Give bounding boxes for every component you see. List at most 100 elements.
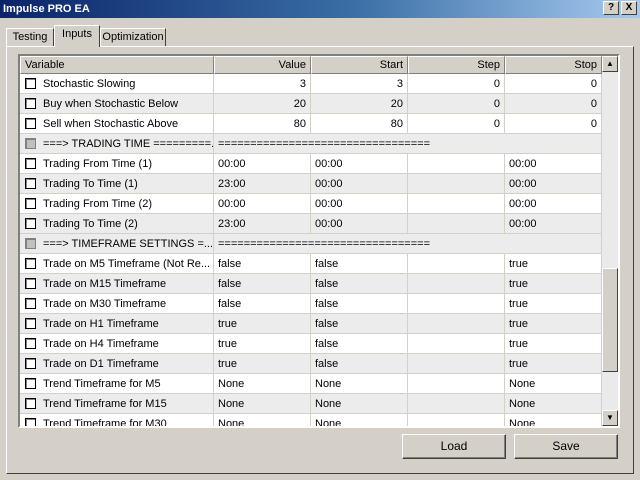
close-button[interactable]: X (621, 1, 637, 15)
load-button[interactable]: Load (402, 434, 506, 459)
stop-cell[interactable]: 0 (505, 74, 602, 94)
step-cell[interactable] (408, 354, 505, 374)
table-row[interactable]: Stochastic Slowing 3 3 0 0 (20, 74, 602, 94)
table-row[interactable]: Trade on D1 Timeframe true false true (20, 354, 602, 374)
value-cell[interactable]: None (214, 394, 311, 414)
optimize-checkbox[interactable] (25, 97, 36, 109)
section-separator-row[interactable]: ===> TRADING TIME =========... =========… (20, 134, 602, 154)
step-cell[interactable] (408, 214, 505, 234)
stop-cell[interactable]: true (505, 254, 602, 274)
start-cell[interactable]: false (311, 314, 408, 334)
column-header-step[interactable]: Step (408, 56, 505, 74)
value-cell[interactable]: 23:00 (214, 214, 311, 234)
table-row[interactable]: Buy when Stochastic Below 20 20 0 0 (20, 94, 602, 114)
value-cell[interactable]: 3 (214, 74, 311, 94)
table-row[interactable]: Trade on M30 Timeframe false false true (20, 294, 602, 314)
table-row[interactable]: Trend Timeframe for M30 None None None (20, 414, 602, 426)
column-header-start[interactable]: Start (311, 56, 408, 74)
table-row[interactable]: Trading From Time (2) 00:00 00:00 00:00 (20, 194, 602, 214)
start-cell[interactable]: None (311, 374, 408, 394)
save-button[interactable]: Save (514, 434, 618, 459)
stop-cell[interactable]: 00:00 (505, 214, 602, 234)
start-cell[interactable]: false (311, 274, 408, 294)
start-cell[interactable]: 80 (311, 114, 408, 134)
optimize-checkbox[interactable] (25, 177, 36, 189)
tab-testing[interactable]: Testing (6, 28, 54, 47)
value-cell[interactable]: None (214, 374, 311, 394)
step-cell[interactable] (408, 394, 505, 414)
stop-cell[interactable]: true (505, 314, 602, 334)
column-header-stop[interactable]: Stop (505, 56, 602, 74)
stop-cell[interactable]: true (505, 354, 602, 374)
stop-cell[interactable]: 0 (505, 114, 602, 134)
value-cell[interactable]: false (214, 274, 311, 294)
value-cell[interactable]: true (214, 314, 311, 334)
value-cell[interactable]: None (214, 414, 311, 426)
step-cell[interactable] (408, 414, 505, 426)
optimize-checkbox[interactable] (25, 117, 36, 129)
optimize-checkbox[interactable] (25, 77, 36, 89)
scroll-up-button[interactable]: ▲ (602, 56, 618, 72)
scroll-thumb[interactable] (602, 268, 618, 372)
step-cell[interactable] (408, 314, 505, 334)
value-cell[interactable]: 23:00 (214, 174, 311, 194)
step-cell[interactable] (408, 154, 505, 174)
start-cell[interactable]: 20 (311, 94, 408, 114)
value-cell[interactable]: false (214, 254, 311, 274)
table-row[interactable]: Trading To Time (2) 23:00 00:00 00:00 (20, 214, 602, 234)
start-cell[interactable]: None (311, 414, 408, 426)
column-header-value[interactable]: Value (214, 56, 311, 74)
step-cell[interactable] (408, 274, 505, 294)
value-cell[interactable]: true (214, 354, 311, 374)
stop-cell[interactable]: 00:00 (505, 174, 602, 194)
stop-cell[interactable]: 00:00 (505, 194, 602, 214)
start-cell[interactable]: false (311, 354, 408, 374)
start-cell[interactable]: None (311, 394, 408, 414)
table-row[interactable]: Trend Timeframe for M5 None None None (20, 374, 602, 394)
step-cell[interactable] (408, 294, 505, 314)
step-cell[interactable] (408, 194, 505, 214)
value-cell[interactable]: true (214, 334, 311, 354)
stop-cell[interactable]: None (505, 414, 602, 426)
step-cell[interactable] (408, 334, 505, 354)
step-cell[interactable]: 0 (408, 114, 505, 134)
help-button[interactable]: ? (603, 1, 619, 15)
optimize-checkbox[interactable] (25, 197, 36, 209)
tab-inputs[interactable]: Inputs (54, 25, 100, 47)
optimize-checkbox[interactable] (25, 257, 36, 269)
stop-cell[interactable]: true (505, 274, 602, 294)
table-row[interactable]: Trade on H4 Timeframe true false true (20, 334, 602, 354)
value-cell[interactable]: 80 (214, 114, 311, 134)
step-cell[interactable]: 0 (408, 94, 505, 114)
value-cell[interactable]: 20 (214, 94, 311, 114)
scroll-down-button[interactable]: ▼ (602, 410, 618, 426)
stop-cell[interactable]: 0 (505, 94, 602, 114)
column-header-variable[interactable]: Variable (20, 56, 214, 74)
optimize-checkbox[interactable] (25, 157, 36, 169)
value-cell[interactable]: 00:00 (214, 154, 311, 174)
table-row[interactable]: Trading To Time (1) 23:00 00:00 00:00 (20, 174, 602, 194)
step-cell[interactable] (408, 374, 505, 394)
optimize-checkbox[interactable] (25, 217, 36, 229)
value-cell[interactable]: 00:00 (214, 194, 311, 214)
start-cell[interactable]: 00:00 (311, 154, 408, 174)
optimize-checkbox[interactable] (25, 377, 36, 389)
start-cell[interactable]: 00:00 (311, 194, 408, 214)
stop-cell[interactable]: None (505, 374, 602, 394)
start-cell[interactable]: false (311, 254, 408, 274)
optimize-checkbox[interactable] (25, 337, 36, 349)
start-cell[interactable]: false (311, 294, 408, 314)
tab-optimization[interactable]: Optimization (100, 28, 166, 47)
optimize-checkbox[interactable] (25, 297, 36, 309)
start-cell[interactable]: 00:00 (311, 214, 408, 234)
stop-cell[interactable]: 00:00 (505, 154, 602, 174)
optimize-checkbox[interactable] (25, 357, 36, 369)
section-separator-row[interactable]: ===> TIMEFRAME SETTINGS =... ===========… (20, 234, 602, 254)
optimize-checkbox[interactable] (25, 277, 36, 289)
table-row[interactable]: Trade on M15 Timeframe false false true (20, 274, 602, 294)
stop-cell[interactable]: true (505, 334, 602, 354)
table-row[interactable]: Sell when Stochastic Above 80 80 0 0 (20, 114, 602, 134)
table-row[interactable]: Trend Timeframe for M15 None None None (20, 394, 602, 414)
step-cell[interactable] (408, 254, 505, 274)
table-row[interactable]: Trade on H1 Timeframe true false true (20, 314, 602, 334)
